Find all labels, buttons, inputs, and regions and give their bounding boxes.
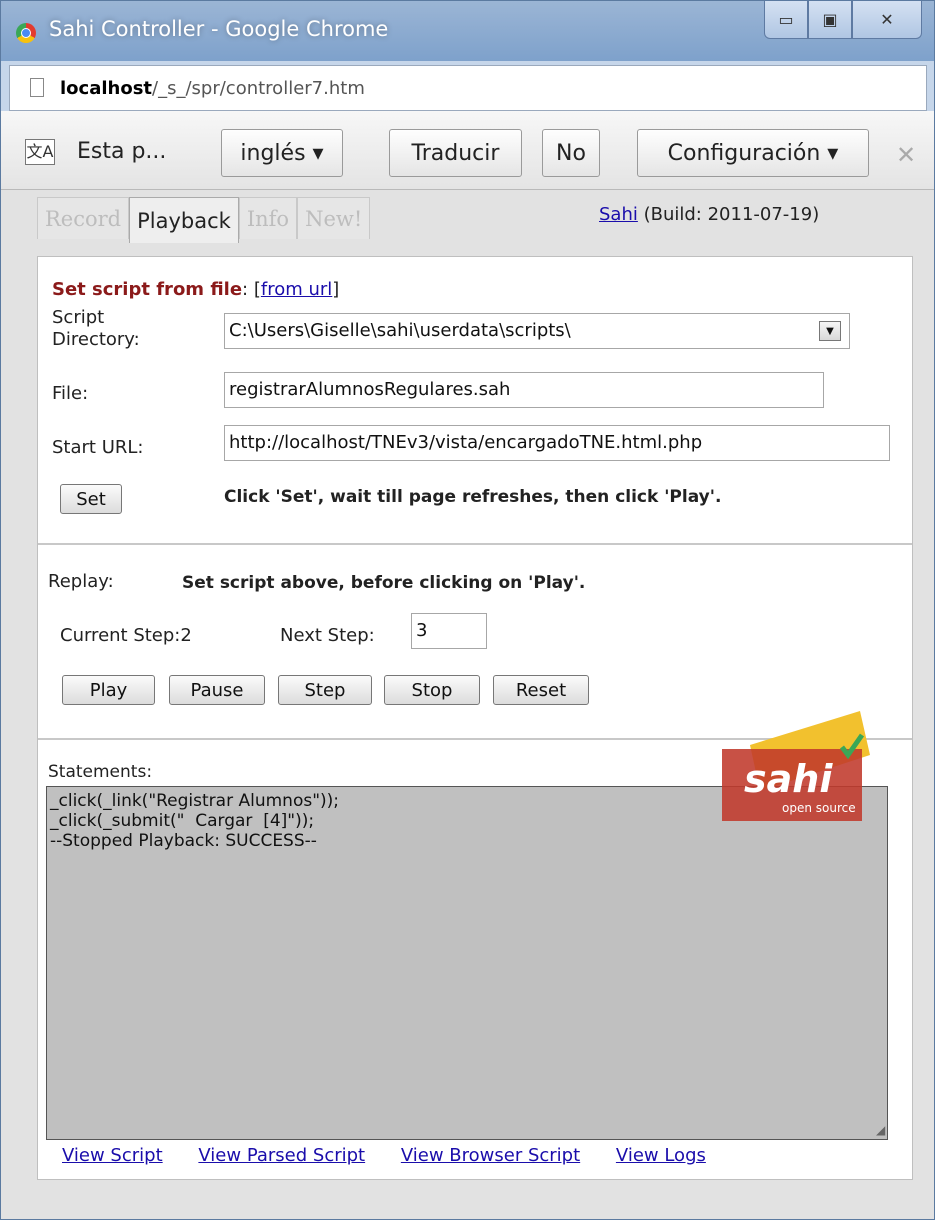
current-step-label: Current Step:2 bbox=[60, 625, 192, 646]
replay-hint: Set script above, before clicking on 'Pl… bbox=[182, 573, 586, 593]
page-icon bbox=[30, 78, 44, 97]
window-title: Sahi Controller - Google Chrome bbox=[49, 17, 389, 41]
view-script-link[interactable]: View Script bbox=[62, 1145, 163, 1166]
stop-button[interactable]: Stop bbox=[384, 675, 480, 705]
set-button[interactable]: Set bbox=[60, 484, 122, 514]
script-source-heading: Set script from file: [from url] bbox=[52, 279, 339, 300]
replay-label: Replay: bbox=[48, 571, 114, 592]
tab-info[interactable]: Info bbox=[238, 197, 298, 239]
window-controls: ▭ ▣ ✕ bbox=[764, 1, 922, 39]
no-translate-button[interactable]: No bbox=[542, 129, 600, 177]
reset-button[interactable]: Reset bbox=[493, 675, 589, 705]
set-hint: Click 'Set', wait till page refreshes, t… bbox=[224, 487, 722, 507]
config-dropdown[interactable]: Configuración ▾ bbox=[637, 129, 869, 177]
url-text[interactable]: localhost/_s_/spr/controller7.htm bbox=[60, 78, 365, 99]
pause-button[interactable]: Pause bbox=[169, 675, 265, 705]
file-input[interactable]: registrarAlumnosRegulares.sah bbox=[224, 372, 824, 408]
translate-message: Esta p... bbox=[77, 139, 167, 164]
tab-bar: Record Playback Info New! bbox=[37, 197, 371, 243]
url-host: localhost bbox=[60, 78, 153, 99]
translate-icon: 文A bbox=[25, 139, 55, 165]
script-directory-select[interactable]: C:\Users\Giselle\sahi\userdata\scripts\ ▼ bbox=[224, 313, 850, 349]
resize-grip-icon[interactable]: ◢ bbox=[876, 1123, 910, 1177]
translate-button[interactable]: Traducir bbox=[389, 129, 522, 177]
from-url-close: ] bbox=[332, 279, 340, 300]
start-url-label: Start URL: bbox=[52, 437, 144, 458]
next-step-label: Next Step: bbox=[280, 625, 375, 646]
from-url-link[interactable]: from url bbox=[261, 279, 332, 300]
minimize-button[interactable]: ▭ bbox=[764, 1, 808, 39]
build-info: Sahi (Build: 2011-07-19) bbox=[599, 204, 819, 225]
build-text: (Build: 2011-07-19) bbox=[637, 204, 820, 225]
start-url-input[interactable]: http://localhost/TNEv3/vista/encargadoTN… bbox=[224, 425, 890, 461]
browser-window: Sahi Controller - Google Chrome ▭ ▣ ✕ lo… bbox=[0, 0, 935, 1220]
set-script-heading: Set script from file bbox=[52, 279, 243, 300]
maximize-button[interactable]: ▣ bbox=[808, 1, 852, 39]
view-links: View Script View Parsed Script View Brow… bbox=[62, 1145, 736, 1166]
address-bar[interactable]: localhost/_s_/spr/controller7.htm bbox=[9, 65, 927, 111]
step-button[interactable]: Step bbox=[278, 675, 372, 705]
chrome-logo-icon bbox=[16, 23, 36, 43]
view-browser-script-link[interactable]: View Browser Script bbox=[401, 1145, 580, 1166]
url-path: /_s_/spr/controller7.htm bbox=[152, 78, 365, 99]
statements-textarea[interactable]: _click(_link("Registrar Alumnos")); _cli… bbox=[46, 786, 888, 1140]
next-step-input[interactable]: 3 bbox=[411, 613, 487, 649]
script-directory-label-line1: Script bbox=[52, 307, 105, 328]
from-url-open: [ bbox=[248, 279, 261, 300]
tab-new[interactable]: New! bbox=[297, 197, 371, 239]
file-label: File: bbox=[52, 383, 89, 404]
section-divider bbox=[38, 543, 912, 545]
close-window-button[interactable]: ✕ bbox=[852, 1, 922, 39]
sahi-controller-page: Record Playback Info New! Sahi (Build: 2… bbox=[1, 190, 934, 1219]
translate-bar: 文A Esta p... inglés ▾ Traducir No Config… bbox=[1, 111, 934, 190]
view-parsed-script-link[interactable]: View Parsed Script bbox=[198, 1145, 365, 1166]
view-logs-link[interactable]: View Logs bbox=[616, 1145, 706, 1166]
dropdown-arrow-icon[interactable]: ▼ bbox=[819, 321, 841, 341]
close-translate-icon[interactable]: ✕ bbox=[896, 141, 916, 169]
sahi-link[interactable]: Sahi bbox=[599, 204, 638, 225]
statements-label: Statements: bbox=[48, 762, 153, 782]
sahi-logo: sahi open source bbox=[722, 711, 870, 821]
logo-brand: sahi bbox=[744, 757, 833, 801]
play-button[interactable]: Play bbox=[62, 675, 155, 705]
script-directory-value: C:\Users\Giselle\sahi\userdata\scripts\ bbox=[229, 320, 571, 341]
tab-playback[interactable]: Playback bbox=[129, 197, 239, 243]
language-dropdown[interactable]: inglés ▾ bbox=[221, 129, 343, 177]
playback-panel: Set script from file: [from url] Script D… bbox=[37, 256, 913, 1180]
logo-tagline: open source bbox=[782, 801, 856, 815]
tab-record[interactable]: Record bbox=[37, 197, 130, 239]
title-bar: Sahi Controller - Google Chrome ▭ ▣ ✕ bbox=[1, 1, 934, 61]
script-directory-label-line2: Directory: bbox=[52, 329, 140, 350]
script-directory-label: Script Directory: bbox=[52, 307, 140, 351]
